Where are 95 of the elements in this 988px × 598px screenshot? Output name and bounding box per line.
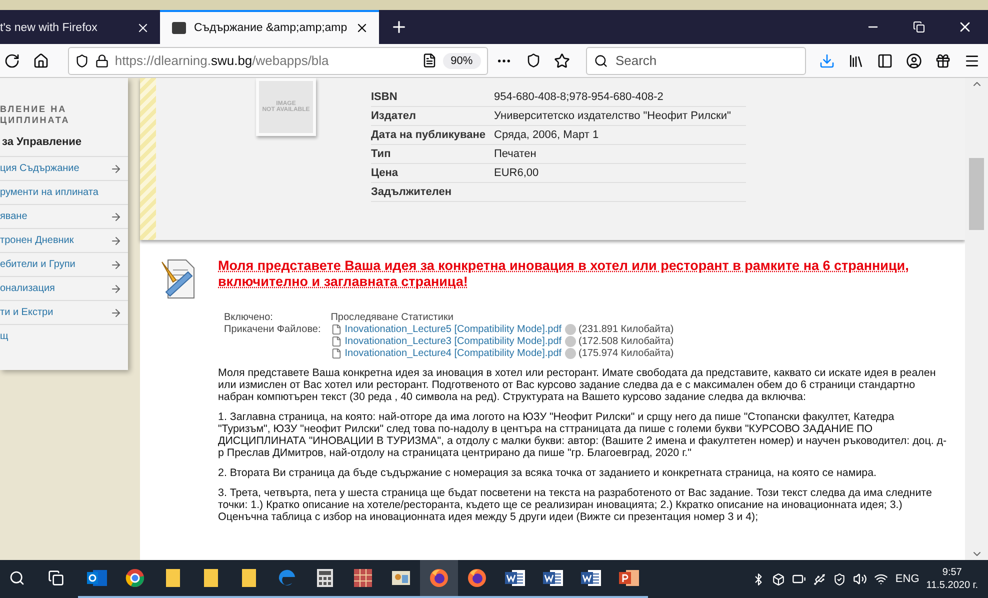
field-value: EUR6,00 [494, 167, 539, 179]
star-icon[interactable] [554, 52, 570, 68]
battery-icon[interactable] [792, 572, 806, 586]
instruction-paragraph: 1. Заглавна страница, на която: най-отгоре да има логото на ЮЗУ "Неофит Рилски" и срщу него да пише "Стопански факултет, Катедра "Туризъм", ЮЗУ "неофит Рилски" след това по-надолу в центъра на сттраницата да пише с големи букви "КУРСОВО ЗАДАНИЕ ПО ДИСЦИПЛИНАТА "ИНОВАЦИИ В ТУРИЗМА", а отдолу с малки букви: автор: (Вашите 2 имена и факултетен номер) и научен ръководител: доц. д-р Преслав ДИмитров, най-отдолу на страницата центрирано да пише "гр. Благоевград, 2020 г." [218, 411, 948, 459]
file-link[interactable]: Inovationation_Lecture5 [Compatibility Mode].pdf [344, 324, 562, 335]
site-icon [172, 22, 186, 34]
usb-icon[interactable] [813, 572, 826, 586]
attachments-label: Прикачени Файлове: [224, 324, 321, 335]
library-icon[interactable] [848, 52, 864, 68]
address-bar[interactable]: https://dlearning.swu.bg/webapps/bla 90% [68, 46, 488, 74]
word-icon [581, 569, 601, 587]
home-icon[interactable] [33, 52, 50, 68]
field-label: Задължителен [371, 186, 453, 198]
menu-item[interactable]: онализация [0, 276, 128, 300]
arrow-icon [110, 210, 122, 222]
field-value: Сряда, 2006, Март 1 [494, 129, 599, 141]
menu-icon[interactable] [964, 52, 980, 68]
instruction-paragraph: 3. Трета, четвърта, пета у шеста страница ще бъдат посветени на текста на разработеното от Вас задание. Този текст следва да има следните точки: 1.) Кратко описание на хотеле/ресторанта, където ще се реализиран иновацията; 2.) Ккратко описание на иновационната идея; 3.) Оценъчна таблица с избор на иновационната идея между 5 други идеи (Вижте си презентация номер 3 и 4); [218, 487, 933, 523]
firefox-icon [467, 568, 487, 588]
file-icon [330, 348, 342, 359]
account-icon[interactable] [906, 52, 922, 68]
menu-heading: ВЛЕНИЕ НА ЦИПЛИНАТА [0, 103, 71, 127]
gift-icon[interactable] [934, 52, 951, 68]
instruction-paragraph: 2. Втората Ви страница да бъде съдържание с номерация за всяка точка от заданието и конкретната страница, на която се намира. [218, 467, 878, 479]
field-value: 954-680-408-8;978-954-680-408-2 [494, 91, 664, 103]
download-icon[interactable] [818, 52, 835, 68]
file-icon [330, 324, 342, 335]
field-label: Издател [371, 110, 417, 122]
language-indicator[interactable]: ENG [895, 573, 920, 585]
calculator-icon [316, 568, 334, 588]
assignment-title[interactable]: Моля представете Ваша идея за конкретна иновация в хотел или ресторант в рамките на 6 странници, включително и заглавната страница! [218, 258, 955, 290]
reload-icon[interactable] [4, 52, 20, 68]
scrollbar[interactable] [965, 78, 988, 560]
wifi-icon[interactable] [874, 572, 888, 586]
clock-date[interactable]: 11.5.2020 г. [926, 579, 978, 592]
folder-icon [165, 568, 181, 588]
arrow-icon [110, 258, 122, 270]
reader-view-icon[interactable] [422, 53, 437, 68]
menu-item[interactable]: тронен Дневник [0, 228, 128, 252]
arrow-icon [110, 282, 122, 294]
menu-item[interactable]: ция Съдържание [0, 156, 128, 180]
shield-icon[interactable] [74, 54, 89, 68]
assignment-icon [160, 258, 196, 300]
field-label: Цена [371, 167, 400, 179]
file-link[interactable]: Inovationation_Lecture4 [Compatibility Mode].pdf [344, 348, 562, 359]
search-icon [594, 54, 608, 68]
photos-icon [391, 568, 411, 588]
zoom-level[interactable]: 90% [442, 52, 481, 68]
volume-icon[interactable] [853, 572, 868, 586]
file-size: (172.508 Килобайта) [578, 336, 674, 347]
included-label: Включено: [224, 312, 274, 323]
powerpoint-icon [619, 569, 639, 587]
word-icon [543, 569, 563, 587]
file-link[interactable]: Inovationation_Lecture3 [Compatibility Mode].pdf [344, 336, 562, 347]
lock-icon[interactable] [94, 54, 109, 68]
file-size: (231.891 Килобайта) [578, 324, 674, 335]
arrow-icon [110, 162, 122, 174]
word-icon [505, 569, 525, 587]
included-value: Проследяване Статистики [330, 312, 454, 323]
task-view-icon[interactable] [48, 570, 64, 586]
search-icon[interactable] [9, 570, 25, 586]
arrow-icon [110, 306, 122, 318]
menu-item[interactable]: ебители и Групи [0, 252, 128, 276]
field-label: Дата на публикуване [371, 129, 486, 141]
field-value: Печатен [494, 148, 536, 160]
menu-item[interactable]: щ [0, 324, 128, 348]
arrow-icon [110, 234, 122, 246]
grid-app-icon [353, 568, 373, 588]
firefox-icon [429, 568, 449, 588]
menu-section-title: за Управление [1, 136, 83, 150]
menu-item[interactable]: яване [0, 204, 128, 228]
file-size: (175.974 Килобайта) [578, 348, 674, 359]
edge-icon [277, 568, 297, 588]
outlook-icon [87, 569, 107, 587]
box-icon[interactable] [772, 572, 786, 586]
search-field[interactable]: Search [586, 46, 806, 74]
browser-tab[interactable]: Съдържание &amp;amp;amp [160, 10, 380, 44]
scroll-thumb[interactable] [969, 158, 984, 230]
security-icon[interactable] [833, 572, 846, 586]
field-label: Тип [371, 148, 392, 160]
chrome-icon [125, 568, 145, 588]
pocket-icon[interactable] [526, 53, 541, 68]
folder-icon [241, 568, 257, 588]
close-tab-icon[interactable] [136, 21, 150, 35]
file-icon [330, 336, 342, 347]
menu-item[interactable]: ти и Екстри [0, 300, 128, 324]
clock-time[interactable]: 9:57 [942, 566, 962, 579]
sidebar-icon[interactable] [876, 52, 893, 68]
instruction-paragraph: Моля представете Ваша конкретна идея за иновация в хотел или ресторант. Имате свободата да представите, каквато си искате идея в реален или измислен от Вас хотел или ресторант. Подготвеното от Вас курсово задание следва да е с максимален обем до 6 страници стандартно набран компютърен текст (30 реда , 40 символа на ред). Структурата на Вашето курсово задание следва да включва: [218, 367, 937, 403]
browser-tab[interactable]: t's new with Firefox [0, 10, 160, 44]
folder-icon [203, 568, 219, 588]
menu-item[interactable]: рументи на иплината [0, 180, 128, 204]
restore-icon[interactable] [913, 21, 925, 33]
field-label: ISBN [371, 91, 398, 103]
field-value: Университетско издателство "Неофит Рилски" [494, 110, 731, 122]
